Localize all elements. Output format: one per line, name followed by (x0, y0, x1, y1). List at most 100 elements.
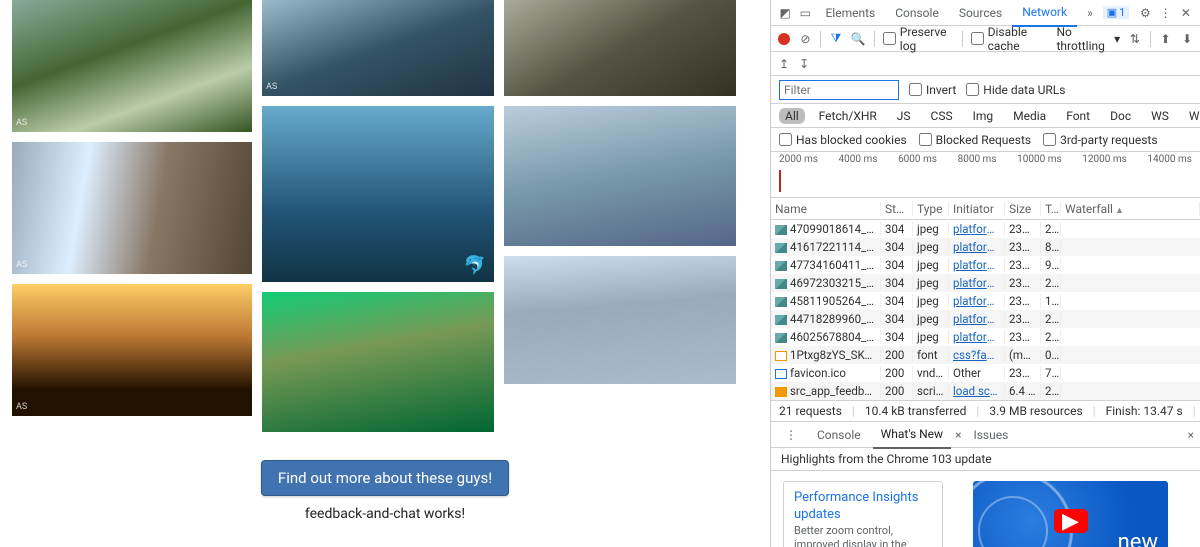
network-row[interactable]: 45811905264_be3...304jpegplatform...235.… (771, 292, 1200, 310)
network-toolbar: ⊘ ⧩ 🔍 Preserve log Disable cache No thro… (771, 26, 1200, 52)
col-waterfall[interactable]: Waterfall▲ (1061, 202, 1200, 216)
dive-logo-icon: 🐬 (464, 255, 486, 276)
type-filter-js[interactable]: JS (891, 108, 917, 124)
type-filter-font[interactable]: Font (1060, 108, 1096, 124)
network-conditions-icon[interactable]: ⇅ (1128, 31, 1142, 47)
gallery-image[interactable]: 🐬 (262, 106, 494, 282)
extra-filter-row: Has blocked cookies Blocked Requests 3rd… (771, 128, 1200, 152)
blocked-cookies-checkbox[interactable]: Has blocked cookies (779, 133, 907, 147)
tab-network[interactable]: Network (1012, 0, 1077, 27)
type-filter-ws[interactable]: WS (1145, 108, 1175, 124)
type-filter-css[interactable]: CSS (925, 108, 959, 124)
timeline-tick: 14000 ms (1147, 154, 1192, 165)
tab-elements[interactable]: Elements (815, 0, 885, 26)
invert-checkbox[interactable]: Invert (909, 83, 956, 97)
download-icon[interactable]: ↧ (799, 57, 809, 71)
timeline-marker (779, 170, 781, 192)
close-icon[interactable]: ✕ (1176, 6, 1196, 20)
drawer-tab-console[interactable]: Console (809, 422, 869, 448)
watermark: AS (266, 82, 277, 92)
watermark: AS (16, 260, 27, 270)
whatsnew-video-thumb[interactable]: ▶ new (973, 481, 1168, 547)
network-row[interactable]: 47734160411_f2b6...304jpegplatform...235… (771, 256, 1200, 274)
network-row[interactable]: favicon.ico200vnd...Other233...7... (771, 364, 1200, 382)
col-size[interactable]: Size (1005, 202, 1041, 216)
network-row[interactable]: 44718289960_e83...304jpegplatform...234.… (771, 310, 1200, 328)
preserve-log-checkbox[interactable]: Preserve log (883, 25, 954, 53)
file-type-icon (775, 315, 787, 325)
col-type[interactable]: Type (913, 202, 949, 216)
card-title: Performance Insights (794, 490, 932, 505)
settings-gear-icon[interactable]: ⚙ (1135, 6, 1155, 20)
timeline-tick: 10000 ms (1017, 154, 1062, 165)
file-type-icon (775, 225, 787, 235)
import-har-icon[interactable]: ⬆ (1159, 31, 1173, 47)
promo-label: new (1118, 530, 1158, 547)
kebab-menu-icon[interactable]: ⋮ (1156, 6, 1176, 20)
timeline-tick: 4000 ms (839, 154, 878, 165)
tab-console[interactable]: Console (885, 0, 949, 26)
drawer-tab-bar: ⋮ Console What's New × Issues × (771, 422, 1200, 448)
network-table-body: 47099018614_5a6...304jpegplatform...235.… (771, 220, 1200, 400)
throttling-select[interactable]: No throttling ▾ (1057, 25, 1121, 53)
gallery-image[interactable] (504, 106, 736, 246)
inspect-element-icon[interactable]: ◩ (775, 6, 795, 20)
close-tab-icon[interactable]: × (955, 428, 961, 442)
record-icon[interactable] (777, 31, 791, 47)
network-row[interactable]: 41617221114_4d5...304jpegplatform...235.… (771, 238, 1200, 256)
col-name[interactable]: Name (771, 202, 881, 216)
timeline-overview[interactable]: 2000 ms4000 ms6000 ms8000 ms10000 ms1200… (771, 152, 1200, 198)
network-row[interactable]: 46972303215_793...304jpegplatform...235.… (771, 274, 1200, 292)
col-time[interactable]: T... (1041, 202, 1061, 216)
disable-cache-checkbox[interactable]: Disable cache (971, 25, 1049, 53)
play-icon: ▶ (1054, 509, 1088, 533)
network-table-header: Name Stat... Type Initiator Size T... Wa… (771, 198, 1200, 220)
drawer-tab-issues[interactable]: Issues (965, 422, 1016, 448)
tab-sources[interactable]: Sources (949, 0, 1012, 26)
type-filter-doc[interactable]: Doc (1104, 108, 1137, 124)
clear-icon[interactable]: ⊘ (799, 31, 813, 47)
blocked-requests-checkbox[interactable]: Blocked Requests (919, 133, 1031, 147)
whatsnew-content: Performance Insights updates Better zoom… (771, 471, 1200, 547)
col-status[interactable]: Stat... (881, 202, 913, 216)
watermark: AS (16, 402, 27, 412)
timeline-tick: 12000 ms (1082, 154, 1127, 165)
network-row[interactable]: src_app_feedback-...200scriptload scri..… (771, 382, 1200, 400)
upload-icon[interactable]: ↥ (779, 57, 789, 71)
close-drawer-icon[interactable]: × (1188, 428, 1194, 442)
gallery-image[interactable] (504, 256, 736, 384)
col-initiator[interactable]: Initiator (949, 202, 1005, 216)
drawer-tab-whatsnew[interactable]: What's New (873, 421, 951, 449)
network-filter-row: Invert Hide data URLs (771, 76, 1200, 104)
issues-badge[interactable]: ▣1 (1103, 6, 1130, 19)
file-type-icon (775, 261, 787, 271)
type-filter-all[interactable]: All (779, 108, 805, 124)
tabs-overflow[interactable]: » (1077, 0, 1103, 26)
find-out-more-button[interactable]: Find out more about these guys! (261, 460, 509, 496)
filter-input[interactable] (779, 80, 899, 100)
gallery-image[interactable]: AS (12, 284, 252, 416)
type-filter-wasm[interactable]: Wasm (1183, 108, 1200, 124)
status-message: feedback-and-chat works! (0, 506, 770, 522)
devtools-panel: ◩ ▭ Elements Console Sources Network » ▣… (770, 0, 1200, 547)
gallery-image[interactable]: AS (12, 142, 252, 274)
whatsnew-card[interactable]: Performance Insights updates Better zoom… (783, 481, 943, 547)
drawer-kebab-icon[interactable]: ⋮ (777, 422, 805, 448)
type-filter-img[interactable]: Img (967, 108, 1000, 124)
third-party-checkbox[interactable]: 3rd-party requests (1043, 133, 1157, 147)
network-row[interactable]: 46025678804_fb8c...304jpegplatform...235… (771, 328, 1200, 346)
gallery-image[interactable]: AS (12, 0, 252, 132)
network-row[interactable]: 1Ptxg8zYS_SKggP...200fontcss?fam...(me..… (771, 346, 1200, 364)
export-har-icon[interactable]: ⬇ (1180, 31, 1194, 47)
device-toggle-icon[interactable]: ▭ (795, 6, 815, 20)
gallery-image[interactable] (262, 292, 494, 432)
network-row[interactable]: 47099018614_5a6...304jpegplatform...235.… (771, 220, 1200, 238)
page-content: AS AS AS AS 🐬 Find out more about these … (0, 0, 770, 547)
type-filter-media[interactable]: Media (1007, 108, 1052, 124)
gallery-image[interactable] (504, 0, 736, 96)
filter-toggle-icon[interactable]: ⧩ (829, 31, 843, 47)
search-icon[interactable]: 🔍 (851, 31, 866, 47)
hide-data-urls-checkbox[interactable]: Hide data URLs (966, 83, 1065, 97)
type-filter-fetchxhr[interactable]: Fetch/XHR (813, 108, 883, 124)
gallery-image[interactable]: AS (262, 0, 494, 96)
